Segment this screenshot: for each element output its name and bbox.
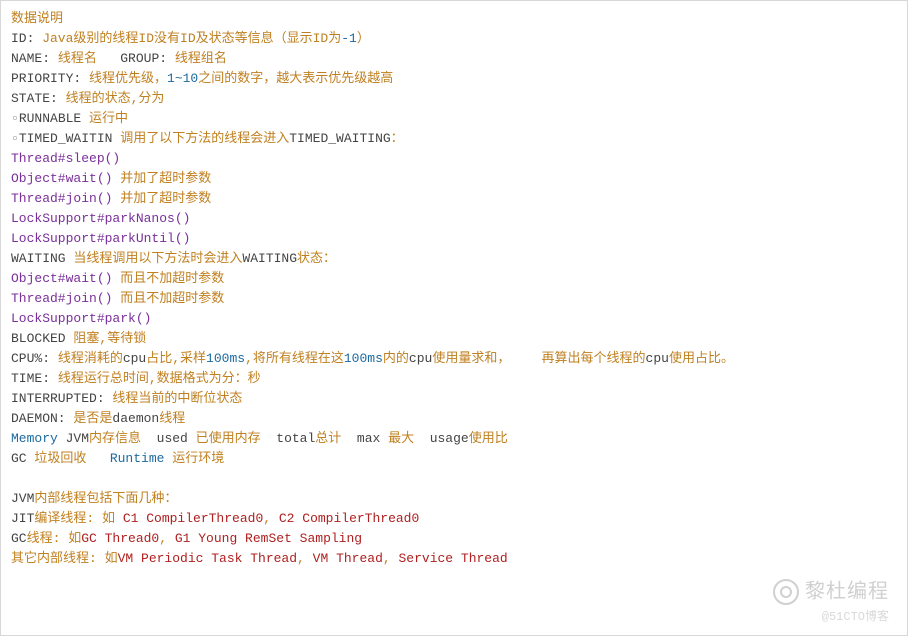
watermark-main: 黎杜编程 — [773, 579, 889, 605]
blank — [11, 469, 897, 489]
row-name: NAME: 线程名 GROUP: 线程组名 — [11, 49, 897, 69]
row-interrupted: INTERRUPTED: 线程当前的中断位状态 — [11, 389, 897, 409]
row-gc: GC 垃圾回收 Runtime 运行环境 — [11, 449, 897, 469]
method-parkuntil: LockSupport#parkUntil() — [11, 229, 897, 249]
row-daemon: DAEMON: 是否是daemon线程 — [11, 409, 897, 429]
title: 数据说明 — [11, 9, 897, 29]
row-runnable: ▫RUNNABLE 运行中 — [11, 109, 897, 129]
watermark-sub: @51CTO博客 — [822, 607, 889, 627]
row-blocked: BLOCKED 阻塞,等待锁 — [11, 329, 897, 349]
row-state: STATE: 线程的状态,分为 — [11, 89, 897, 109]
row-gc-threads: GC线程: 如GC Thread0, G1 Young RemSet Sampl… — [11, 529, 897, 549]
row-other-threads: 其它内部线程: 如VM Periodic Task Thread, VM Thr… — [11, 549, 897, 569]
method-wait-timeout: Object#wait() 并加了超时参数 — [11, 169, 897, 189]
row-waiting: WAITING 当线程调用以下方法时会进入WAITING状态： — [11, 249, 897, 269]
wechat-icon — [773, 579, 799, 605]
method-parknanos: LockSupport#parkNanos() — [11, 209, 897, 229]
row-timed-waiting: ▫TIMED_WAITIN 调用了以下方法的线程会进入TIMED_WAITING… — [11, 129, 897, 149]
row-jit: JIT编译线程: 如 C1 CompilerThread0, C2 Compil… — [11, 509, 897, 529]
method-wait: Object#wait() 而且不加超时参数 — [11, 269, 897, 289]
method-join-timeout: Thread#join() 并加了超时参数 — [11, 189, 897, 209]
method-park: LockSupport#park() — [11, 309, 897, 329]
method-join: Thread#join() 而且不加超时参数 — [11, 289, 897, 309]
row-id: ID: Java级别的线程ID没有ID及状态等信息（显示ID为-1） — [11, 29, 897, 49]
method-sleep: Thread#sleep() — [11, 149, 897, 169]
row-time: TIME: 线程运行总时间,数据格式为分：秒 — [11, 369, 897, 389]
row-priority: PRIORITY: 线程优先级，1~10之间的数字，越大表示优先级越高 — [11, 69, 897, 89]
row-cpu: CPU%: 线程消耗的cpu占比,采样100ms,将所有线程在这100ms内的c… — [11, 349, 897, 369]
row-internal-hdr: JVM内部线程包括下面几种： — [11, 489, 897, 509]
row-memory: Memory JVM内存信息 used 已使用内存 total总计 max 最大… — [11, 429, 897, 449]
